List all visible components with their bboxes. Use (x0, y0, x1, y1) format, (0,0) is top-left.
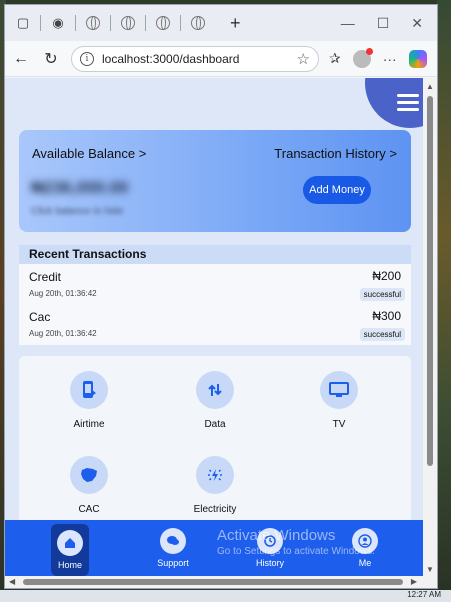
balance-card: Available Balance > Transaction History … (19, 130, 411, 232)
more-menu-icon[interactable]: ··· (383, 51, 397, 67)
tab-separator (110, 15, 111, 31)
list-item[interactable]: Credit Aug 20th, 01:36:42 ₦200 successfu… (19, 264, 411, 304)
nav-label: Support (157, 558, 189, 568)
nav-label: History (255, 558, 284, 568)
github-tab-icon[interactable]: ◉ (46, 11, 70, 35)
copilot-icon[interactable] (408, 49, 427, 68)
scroll-left-arrow-icon[interactable]: ◀ (9, 577, 15, 586)
service-electricity[interactable]: Electricity (175, 456, 255, 515)
tab-separator (40, 15, 41, 31)
transaction-name: Credit (29, 270, 62, 284)
minimize-icon[interactable]: — (341, 15, 355, 32)
service-cac[interactable]: CAC (49, 456, 129, 515)
tab-separator (180, 15, 181, 31)
page-viewport: Available Balance > Transaction History … (5, 78, 425, 578)
list-item[interactable]: Cac Aug 20th, 01:36:42 ₦300 successful (19, 304, 411, 344)
transaction-amount: ₦300 (372, 309, 401, 323)
nav-label: Home (57, 560, 82, 570)
tab-globe-icon[interactable] (81, 11, 105, 35)
tab-actions-icon[interactable]: ▢ (11, 11, 35, 35)
service-label: Data (204, 419, 226, 430)
tab-bar: ▢ ◉ + — ☐ ✕ (5, 5, 437, 41)
status-badge: successful (359, 328, 405, 341)
close-icon[interactable]: ✕ (411, 15, 423, 32)
tab-separator (75, 15, 76, 31)
vertical-scrollbar[interactable]: ▲ ▼ (423, 78, 437, 578)
profile-avatar-icon[interactable] (352, 47, 373, 68)
electricity-icon (196, 456, 234, 494)
service-data[interactable]: Data (175, 371, 255, 430)
site-info-icon[interactable]: i (80, 51, 94, 66)
new-tab-plus-icon[interactable]: + (230, 13, 241, 34)
nav-home[interactable]: Home (51, 524, 89, 576)
available-balance-link[interactable]: Available Balance > (32, 146, 146, 161)
scroll-up-arrow-icon[interactable]: ▲ (426, 82, 434, 91)
service-airtime[interactable]: Airtime (49, 371, 129, 430)
nav-support[interactable]: Support (143, 520, 203, 578)
favorite-star-icon[interactable]: ☆ (297, 50, 310, 68)
recent-transactions-title: Recent Transactions (19, 245, 411, 264)
tab-globe-icon[interactable] (151, 11, 175, 35)
hamburger-menu-icon[interactable] (397, 90, 419, 115)
tab-globe-icon[interactable] (186, 11, 210, 35)
scroll-down-arrow-icon[interactable]: ▼ (426, 565, 434, 574)
data-arrows-icon (196, 371, 234, 409)
status-badge: successful (359, 288, 405, 301)
home-icon (57, 530, 83, 556)
recent-transactions: Recent Transactions Credit Aug 20th, 01:… (19, 245, 411, 345)
refresh-icon[interactable]: ↻ (41, 49, 61, 69)
balance-hint: Click balance to hide (31, 206, 124, 217)
activate-windows-watermark: Activate Windows Go to Settings to activ… (217, 527, 375, 557)
browser-window: ▢ ◉ + — ☐ ✕ ← ↻ i localhost:3000/dashboa… (4, 4, 438, 589)
tab-globe-icon[interactable] (116, 11, 140, 35)
nav-label: Me (358, 558, 372, 568)
service-tv[interactable]: TV (299, 371, 379, 430)
watermark-title: Activate Windows (217, 527, 336, 544)
url-text: localhost:3000/dashboard (102, 51, 240, 66)
maximize-icon[interactable]: ☐ (377, 15, 390, 32)
transaction-name: Cac (29, 310, 51, 324)
watermark-subtitle: Go to Settings to activate Windows. (217, 546, 375, 557)
address-bar: ← ↻ i localhost:3000/dashboard ☆ ✰ ··· (5, 41, 437, 77)
phone-icon (70, 371, 108, 409)
service-label: Electricity (193, 504, 237, 515)
scroll-thumb[interactable] (427, 96, 433, 466)
balance-amount[interactable]: ₦236,000.00 (31, 178, 128, 198)
service-label: TV (332, 419, 346, 430)
url-input[interactable]: i localhost:3000/dashboard ☆ (71, 45, 319, 72)
nigeria-map-icon (70, 456, 108, 494)
service-label: CAC (78, 504, 100, 515)
transaction-date: Aug 20th, 01:36:42 (29, 329, 97, 338)
horizontal-scrollbar[interactable]: ◀ ▶ (5, 576, 437, 588)
back-arrow-icon[interactable]: ← (11, 50, 31, 68)
add-money-button[interactable]: Add Money (303, 176, 371, 204)
transaction-date: Aug 20th, 01:36:42 (29, 289, 97, 298)
scroll-thumb[interactable] (23, 579, 403, 585)
favorites-list-icon[interactable]: ✰ (329, 50, 341, 67)
scroll-right-arrow-icon[interactable]: ▶ (411, 577, 417, 586)
taskbar: 12:27 AM (0, 590, 451, 602)
taskbar-clock: 12:27 AM (407, 590, 441, 599)
tab-separator (145, 15, 146, 31)
service-label: Airtime (73, 419, 105, 430)
tv-icon (320, 371, 358, 409)
chat-icon (160, 528, 186, 554)
transaction-amount: ₦200 (372, 269, 401, 283)
transaction-history-link[interactable]: Transaction History > (274, 146, 397, 161)
